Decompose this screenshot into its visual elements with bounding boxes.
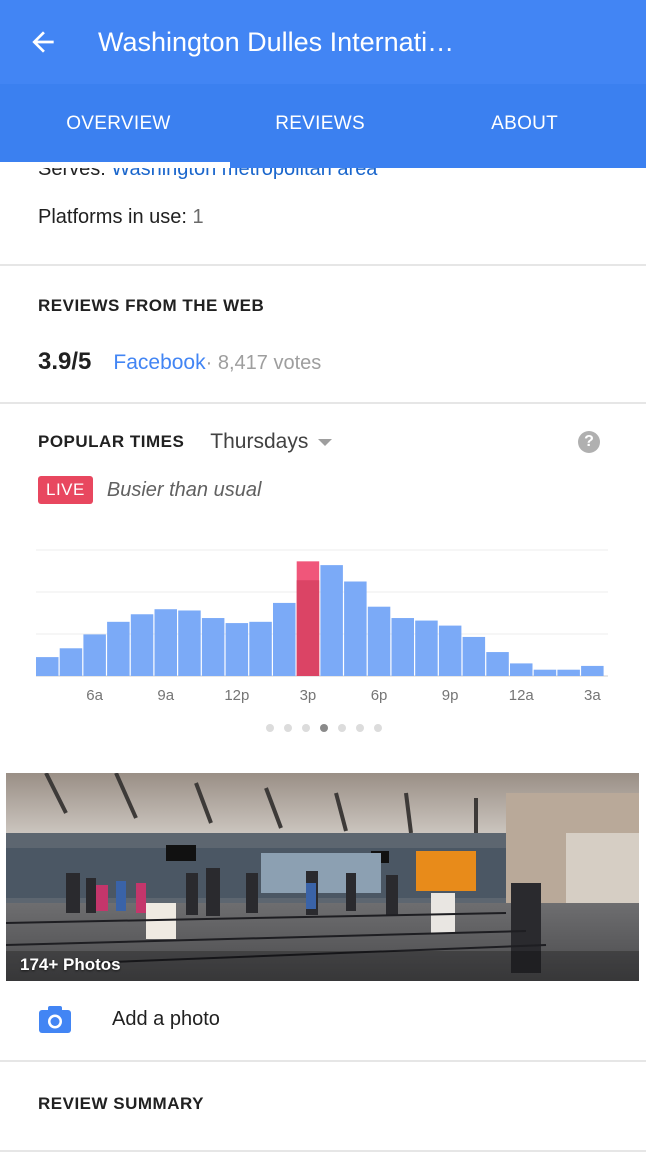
day-carousel-dots: [266, 724, 392, 732]
facebook-link[interactable]: Facebook: [113, 351, 205, 375]
x-tick-label: 6a: [86, 687, 103, 704]
x-tick-label: 3p: [300, 687, 317, 704]
carousel-dot[interactable]: [356, 724, 364, 732]
top-app-bar: Washington Dulles Internati… OVERVIEW RE…: [0, 0, 646, 168]
tab-reviews[interactable]: REVIEWS: [237, 84, 403, 164]
add-photo-button[interactable]: Add a photo: [38, 1004, 220, 1034]
live-status: LIVE Busier than usual: [38, 476, 261, 504]
chart-bar[interactable]: [273, 602, 296, 676]
x-tick-label: 12a: [509, 687, 535, 704]
x-tick-label: 3a: [584, 687, 601, 704]
chart-bar[interactable]: [59, 648, 83, 676]
chevron-down-icon: [318, 438, 333, 446]
carousel-dot[interactable]: [302, 724, 310, 732]
carousel-dot[interactable]: [320, 724, 328, 732]
chart-bar[interactable]: [320, 565, 343, 676]
chart-bar[interactable]: [557, 669, 580, 676]
reviews-web-title: REVIEWS FROM THE WEB: [38, 296, 265, 315]
chart-bar[interactable]: [510, 663, 533, 676]
chart-bar[interactable]: [178, 610, 201, 676]
popular-times-chart: 6a 9a 12p 3p 6p 9p 12a 3a: [36, 549, 608, 704]
chart-bar[interactable]: [225, 623, 249, 676]
day-dropdown-value: Thursdays: [210, 430, 309, 453]
web-rating: 3.9/5: [38, 348, 92, 375]
popular-times-header: POPULAR TIMES Thursdays ?: [38, 430, 608, 454]
chart-bar[interactable]: [201, 618, 225, 676]
carousel-dot[interactable]: [266, 724, 274, 732]
chart-bar[interactable]: [249, 621, 272, 676]
x-tick-label: 9p: [442, 687, 459, 704]
vote-count: · 8,417 votes: [205, 352, 322, 374]
live-status-text: Busier than usual: [106, 478, 262, 501]
help-icon[interactable]: ?: [578, 431, 600, 453]
chart-bar[interactable]: [438, 625, 462, 676]
photo-count: 174+ Photos: [20, 955, 121, 974]
page-title: Washington Dulles Internati…: [98, 26, 455, 57]
carousel-dot[interactable]: [284, 724, 292, 732]
chart-bar[interactable]: [391, 618, 415, 676]
add-photo-label: Add a photo: [112, 1007, 220, 1030]
photo-gallery[interactable]: 174+ Photos: [6, 773, 639, 981]
divider: [0, 1060, 646, 1062]
back-button[interactable]: [0, 0, 86, 84]
day-dropdown[interactable]: Thursdays: [210, 430, 333, 454]
chart-bar[interactable]: [581, 665, 604, 676]
tab-indicator: [0, 162, 230, 168]
airport-photo: [6, 773, 639, 981]
review-summary-title: REVIEW SUMMARY: [38, 1094, 204, 1113]
chart-bar[interactable]: [107, 621, 130, 676]
x-tick-label: 6p: [371, 687, 388, 704]
web-rating-row: 3.9/5 Facebook · 8,417 votes: [38, 348, 321, 376]
chart-bar[interactable]: [462, 636, 486, 676]
divider: [0, 402, 646, 404]
chart-bar[interactable]: [83, 634, 106, 676]
tab-overview[interactable]: OVERVIEW: [0, 84, 237, 164]
chart-bar[interactable]: [486, 652, 509, 676]
popular-times-title: POPULAR TIMES: [38, 432, 185, 451]
camera-icon: [39, 1006, 71, 1033]
chart-bar[interactable]: [36, 657, 59, 676]
chart-bar[interactable]: [344, 581, 367, 677]
chart-bar[interactable]: [533, 669, 557, 676]
chart-bar[interactable]: [130, 614, 154, 676]
chart-bar[interactable]: [154, 609, 178, 676]
carousel-dot[interactable]: [374, 724, 382, 732]
chart-bar[interactable]: [296, 580, 320, 676]
tab-bar: OVERVIEW REVIEWS ABOUT: [0, 84, 646, 168]
x-tick-label: 12p: [224, 687, 249, 704]
chart-bar[interactable]: [415, 620, 438, 676]
arrow-back-icon: [32, 31, 54, 53]
live-badge: LIVE: [38, 476, 93, 504]
tab-about[interactable]: ABOUT: [403, 84, 646, 164]
chart-bar[interactable]: [367, 606, 391, 676]
app-bar: Washington Dulles Internati…: [0, 0, 646, 84]
platforms-value: 1: [192, 206, 204, 228]
x-tick-label: 9a: [157, 687, 174, 704]
divider: [0, 264, 646, 266]
platforms-row: Platforms in use: 1: [38, 206, 204, 229]
carousel-dot[interactable]: [338, 724, 346, 732]
platforms-label: Platforms in use:: [38, 206, 193, 228]
